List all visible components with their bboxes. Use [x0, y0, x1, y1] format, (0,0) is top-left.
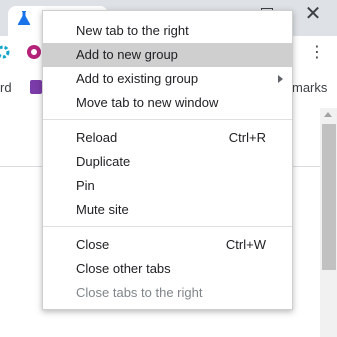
- extension-icon[interactable]: [26, 44, 42, 60]
- menu-item-label: Add to new group: [76, 47, 178, 62]
- menu-separator: [43, 226, 292, 227]
- menu-item-label: Close other tabs: [76, 261, 171, 276]
- menu-item-label: Duplicate: [76, 154, 131, 169]
- menu-item-label: Close: [76, 237, 110, 252]
- menu-item-label: Mute site: [76, 202, 129, 217]
- scroll-up-arrow-icon[interactable]: [324, 112, 332, 117]
- menu-item-shortcut: Ctrl+R: [228, 130, 266, 145]
- menu-item-close-other-tabs[interactable]: Close other tabs: [43, 257, 292, 281]
- menu-item-label: Reload: [76, 130, 118, 145]
- menu-item-label: Close tabs to the right: [76, 285, 203, 300]
- menu-item-label: Move tab to new window: [76, 95, 219, 110]
- scrollbar-thumb[interactable]: [322, 124, 336, 270]
- extension-icon[interactable]: [0, 45, 10, 59]
- menu-item-close[interactable]: Close Ctrl+W: [43, 233, 292, 257]
- menu-item-label: New tab to the right: [76, 23, 189, 38]
- menu-separator: [43, 119, 292, 120]
- kebab-menu-icon[interactable]: ⋮: [309, 42, 325, 64]
- menu-item-close-tabs-right: Close tabs to the right: [43, 281, 292, 305]
- chevron-right-icon: [278, 75, 283, 83]
- flask-icon: [17, 11, 31, 25]
- menu-item-add-to-existing-group[interactable]: Add to existing group: [43, 67, 292, 91]
- onenote-icon[interactable]: [30, 80, 42, 94]
- menu-item-label: Pin: [76, 178, 95, 193]
- close-icon[interactable]: ✕: [303, 4, 323, 24]
- menu-item-mute-site[interactable]: Mute site: [43, 198, 292, 222]
- menu-item-duplicate[interactable]: Duplicate: [43, 150, 292, 174]
- other-bookmarks-label[interactable]: marks: [292, 80, 327, 95]
- tab-context-menu: New tab to the right Add to new group Ad…: [42, 10, 293, 310]
- menu-item-add-to-new-group[interactable]: Add to new group: [43, 43, 292, 67]
- menu-item-new-tab-right[interactable]: New tab to the right: [43, 19, 292, 43]
- menu-item-pin[interactable]: Pin: [43, 174, 292, 198]
- menu-item-label: Add to existing group: [76, 71, 199, 86]
- menu-item-move-to-new-window[interactable]: Move tab to new window: [43, 91, 292, 115]
- menu-item-shortcut: Ctrl+W: [225, 237, 266, 252]
- bookmark-item-label[interactable]: rd: [0, 80, 12, 95]
- menu-item-reload[interactable]: Reload Ctrl+R: [43, 126, 292, 150]
